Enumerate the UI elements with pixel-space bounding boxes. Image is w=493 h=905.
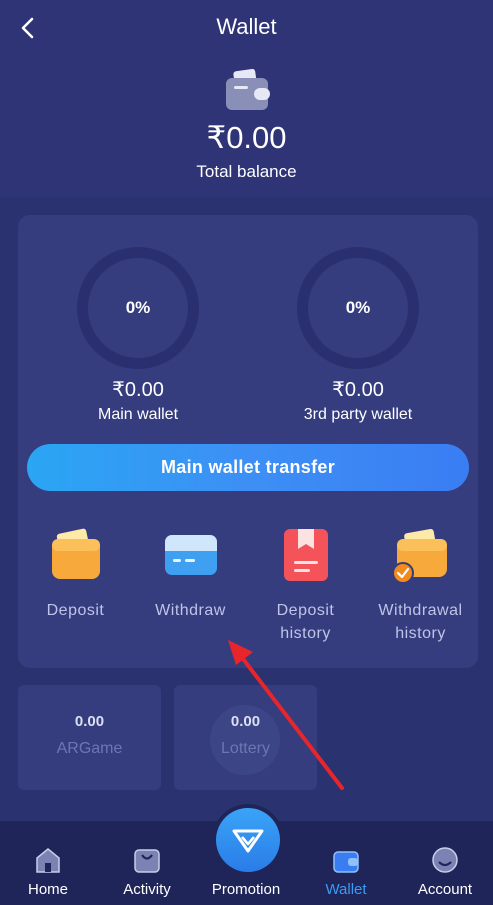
main-wallet-amount: ₹0.00 — [112, 379, 164, 401]
tab-wallet-label: Wallet — [325, 881, 367, 898]
deposit-wallet-icon — [46, 525, 106, 585]
third-party-wallet-amount: ₹0.00 — [332, 379, 384, 401]
account-icon — [430, 845, 460, 875]
game-card-argame[interactable]: 0.00 ARGame — [18, 685, 161, 790]
third-party-wallet: 0% ₹0.00 3rd party wallet — [248, 247, 468, 424]
page-title: Wallet — [216, 14, 277, 39]
tab-promotion-label: Promotion — [211, 881, 281, 898]
tab-wallet[interactable]: Wallet — [298, 845, 394, 898]
withdrawal-history-label: Withdrawal history — [378, 602, 463, 642]
wallet-header: Wallet ₹0.00 Total balance — [0, 0, 493, 197]
lottery-name: Lottery — [221, 740, 270, 757]
total-balance-label: Total balance — [196, 162, 297, 181]
deposit-history-button[interactable]: Deposit history — [248, 525, 363, 645]
activity-bag-icon — [132, 845, 162, 875]
tab-activity[interactable]: Activity — [99, 845, 195, 898]
tab-account-label: Account — [417, 881, 473, 898]
game-card-lottery[interactable]: 0.00 Lottery — [174, 685, 317, 790]
home-icon — [33, 845, 63, 875]
credit-card-icon — [161, 525, 221, 585]
wallet-balance-icon — [224, 66, 272, 114]
argame-balance: 0.00 — [74, 713, 105, 730]
wallet-card: 0% ₹0.00 Main wallet 0% ₹0.00 3rd party … — [18, 215, 478, 668]
withdrawal-history-button[interactable]: Withdrawal history — [363, 525, 478, 645]
deposit-history-icon — [276, 525, 336, 585]
withdrawal-history-icon — [391, 525, 451, 585]
main-wallet-label: Main wallet — [97, 406, 179, 423]
deposit-label: Deposit — [46, 602, 105, 619]
deposit-history-label: Deposit history — [276, 602, 335, 642]
lottery-balance: 0.00 — [230, 713, 261, 730]
tab-account[interactable]: Account — [397, 845, 493, 898]
third-party-wallet-label: 3rd party wallet — [303, 406, 413, 423]
withdraw-label: Withdraw — [155, 602, 226, 619]
promotion-button[interactable] — [212, 804, 284, 876]
argame-name: ARGame — [56, 740, 123, 757]
tab-activity-label: Activity — [123, 881, 171, 898]
tab-home[interactable]: Home — [0, 845, 96, 898]
main-wallet-ring: 0% — [77, 247, 199, 369]
third-party-wallet-percent: 0% — [345, 298, 371, 317]
tab-home-label: Home — [27, 881, 68, 898]
main-wallet-percent: 0% — [125, 298, 151, 317]
wallet-actions: Deposit Withdraw Deposit history Withdra… — [18, 525, 478, 655]
main-wallet: 0% ₹0.00 Main wallet — [28, 247, 248, 424]
third-party-wallet-ring: 0% — [297, 247, 419, 369]
main-wallet-transfer-button[interactable]: Main wallet transfer — [27, 444, 469, 491]
deposit-button[interactable]: Deposit — [18, 525, 133, 622]
promotion-button-inner — [216, 808, 280, 872]
wallet-icon — [331, 845, 361, 875]
withdraw-button[interactable]: Withdraw — [133, 525, 248, 622]
total-balance-amount: ₹0.00 — [206, 120, 287, 155]
diamond-icon — [232, 829, 264, 853]
